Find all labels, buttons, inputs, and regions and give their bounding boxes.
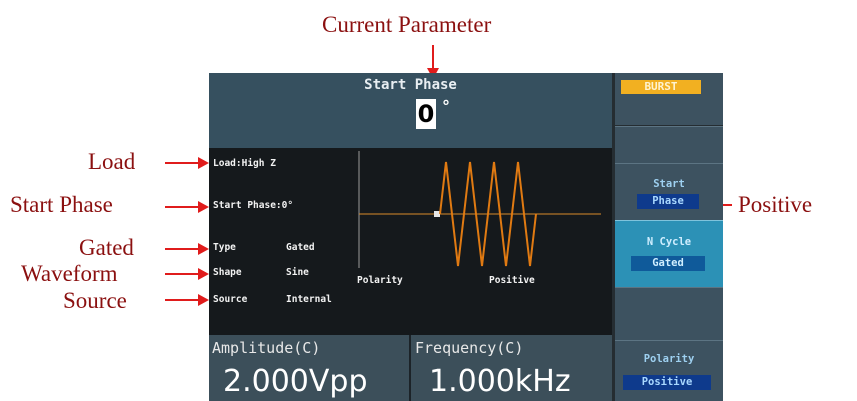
main-display: Start Phase 0 ° Load:High Z Start Phase:… bbox=[209, 73, 612, 401]
ncycle-softkey-selection: Gated bbox=[631, 256, 705, 271]
arrow-current-parameter-line bbox=[432, 45, 434, 69]
burst-waveform-plot bbox=[358, 151, 601, 268]
callout-start-phase: Start Phase bbox=[10, 192, 113, 217]
burst-info-panel: Load:High Z Start Phase:0° Type Gated Sh… bbox=[209, 148, 612, 335]
arrow-load-head bbox=[198, 157, 209, 169]
instrument-screen: Start Phase 0 ° Load:High Z Start Phase:… bbox=[209, 73, 723, 401]
callout-source: Source bbox=[63, 288, 127, 313]
current-parameter-title: Start Phase bbox=[364, 77, 457, 93]
amplitude-value[interactable]: 2.000Vpp bbox=[223, 364, 368, 399]
amplitude-label: Amplitude(C) bbox=[212, 339, 321, 357]
polarity-softkey-selection: Positive bbox=[623, 375, 711, 390]
parameter-header: Start Phase 0 ° bbox=[209, 73, 612, 148]
arrow-waveform-head bbox=[198, 268, 209, 280]
start-phase-softkey-line1: Start bbox=[653, 178, 685, 190]
arrow-start-phase-line bbox=[165, 206, 199, 208]
menu-blank-button-2[interactable] bbox=[615, 287, 723, 340]
start-phase-marker bbox=[434, 211, 440, 217]
frequency-label: Frequency(C) bbox=[415, 339, 524, 357]
burst-mode-tag: BURST bbox=[621, 80, 701, 94]
current-parameter-unit: ° bbox=[442, 97, 450, 116]
arrow-start-phase-head bbox=[198, 201, 209, 213]
bottom-status-bar: Amplitude(C) 2.000Vpp Frequency(C) 1.000… bbox=[209, 335, 612, 401]
callout-waveform: Waveform bbox=[21, 261, 118, 286]
arrow-source-line bbox=[165, 299, 199, 301]
menu-ncycle-button[interactable]: N Cycle Gated bbox=[615, 220, 723, 287]
arrow-gated-head bbox=[198, 243, 209, 255]
callout-positive: Positive bbox=[738, 192, 813, 217]
arrow-waveform-line bbox=[165, 273, 199, 275]
softkey-menu: BURST Start Phase N Cycle Gated Polarity… bbox=[612, 73, 723, 401]
menu-polarity-button[interactable]: Polarity Positive bbox=[615, 340, 723, 401]
arrow-gated-line bbox=[165, 248, 199, 250]
menu-start-phase-button[interactable]: Start Phase bbox=[615, 163, 723, 220]
arrow-load-line bbox=[165, 162, 199, 164]
polarity-softkey-label: Polarity bbox=[643, 353, 695, 365]
ncycle-softkey-label: N Cycle bbox=[646, 236, 692, 248]
callout-current-parameter: Current Parameter bbox=[322, 12, 492, 37]
callout-load: Load bbox=[88, 149, 136, 174]
callout-gated: Gated bbox=[79, 235, 134, 260]
start-phase-softkey-line2: Phase bbox=[637, 194, 699, 209]
bottom-divider bbox=[409, 335, 411, 401]
menu-burst-title: BURST bbox=[615, 73, 723, 125]
frequency-value[interactable]: 1.000kHz bbox=[429, 364, 571, 399]
current-parameter-value[interactable]: 0 bbox=[416, 99, 436, 129]
menu-blank-button[interactable] bbox=[615, 126, 723, 163]
arrow-source-head bbox=[198, 294, 209, 306]
